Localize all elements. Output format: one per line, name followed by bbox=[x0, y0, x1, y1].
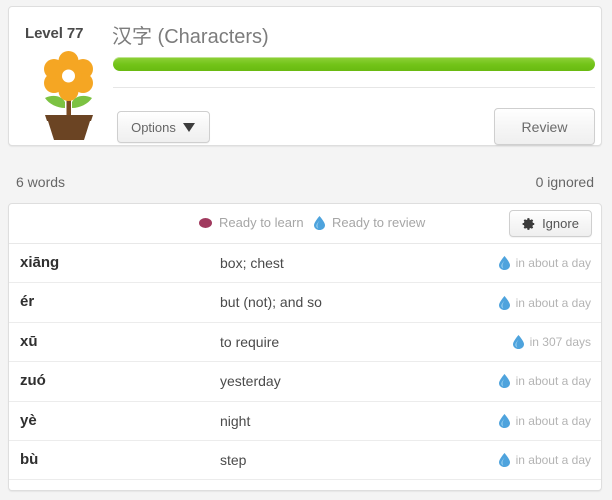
water-drop-icon bbox=[498, 453, 510, 468]
options-button[interactable]: Options bbox=[117, 111, 210, 143]
word-due-status: in about a day bbox=[498, 402, 591, 440]
water-drop-icon bbox=[498, 413, 510, 428]
word-definition: yesterday bbox=[220, 373, 281, 390]
ignore-button[interactable]: Ignore bbox=[509, 210, 592, 237]
word-due-status: in about a day bbox=[498, 441, 591, 479]
counts-strip: 6 words 0 ignored bbox=[8, 172, 602, 198]
word-due-label: in about a day bbox=[515, 413, 591, 428]
table-row[interactable]: xū to require in 307 days bbox=[9, 323, 601, 363]
options-button-label: Options bbox=[131, 119, 176, 135]
water-drop-icon bbox=[498, 256, 510, 271]
word-due-status: in 307 days bbox=[512, 323, 591, 361]
review-button[interactable]: Review bbox=[494, 108, 595, 145]
word-definition: night bbox=[220, 412, 251, 429]
word-due-status: in about a day bbox=[498, 283, 591, 321]
word-due-label: in about a day bbox=[515, 453, 591, 468]
legend-ready-to-review-label: Ready to review bbox=[332, 215, 426, 230]
deck-progress-fill bbox=[113, 57, 595, 71]
word-pinyin: bù bbox=[20, 450, 39, 468]
deck-title: 汉字 (Characters) bbox=[112, 26, 269, 48]
ignore-button-label: Ignore bbox=[542, 216, 579, 231]
legend-ready-to-learn: Ready to learn bbox=[199, 215, 304, 230]
word-count-label: 6 words bbox=[16, 174, 66, 190]
table-row[interactable]: xiāng box; chest in about a day bbox=[9, 244, 601, 284]
level-label: Level 77 bbox=[25, 25, 84, 42]
word-pinyin: zuó bbox=[20, 372, 46, 390]
table-footer-row bbox=[9, 480, 601, 490]
word-due-label: in about a day bbox=[515, 374, 591, 389]
header-divider bbox=[113, 87, 595, 88]
word-due-status: in about a day bbox=[498, 244, 591, 282]
word-due-label: in about a day bbox=[515, 256, 591, 271]
table-row[interactable]: yè night in about a day bbox=[9, 402, 601, 441]
deck-header-card: Level 77 汉字 (Characters) Options Review bbox=[8, 6, 602, 146]
legend-ready-to-review: Ready to review bbox=[314, 215, 425, 230]
table-row[interactable]: ér but (not); and so in about a day bbox=[9, 283, 601, 323]
word-due-label: in 307 days bbox=[529, 334, 591, 349]
water-drop-icon bbox=[498, 374, 510, 389]
word-definition: but (not); and so bbox=[220, 294, 322, 311]
word-pinyin: xiāng bbox=[20, 254, 60, 271]
word-definition: step bbox=[220, 451, 247, 468]
word-pinyin: ér bbox=[20, 293, 35, 311]
oval-icon bbox=[199, 217, 212, 228]
word-pinyin: xū bbox=[20, 332, 38, 350]
water-drop-icon bbox=[314, 215, 325, 230]
table-row[interactable]: zuó yesterday in about a day bbox=[9, 362, 601, 402]
deck-progress-bar bbox=[113, 57, 595, 71]
word-list-card: Ready to learn Ready to review Ignore xi… bbox=[8, 203, 602, 491]
word-definition: to require bbox=[220, 333, 280, 350]
legend-ready-to-learn-label: Ready to learn bbox=[219, 215, 304, 230]
water-drop-icon bbox=[512, 334, 524, 349]
table-row[interactable]: bù step in about a day bbox=[9, 441, 601, 481]
gear-icon bbox=[522, 217, 536, 231]
word-due-status: in about a day bbox=[498, 362, 591, 400]
review-button-label: Review bbox=[521, 118, 568, 135]
flower-pot-icon bbox=[31, 50, 107, 142]
ignored-count-label: 0 ignored bbox=[535, 174, 594, 190]
word-definition: box; chest bbox=[220, 255, 284, 271]
word-rows-container: xiāng box; chest in about a day ér but (not)… bbox=[9, 244, 601, 481]
word-list-toolbar: Ready to learn Ready to review Ignore bbox=[9, 204, 601, 244]
word-due-label: in about a day bbox=[515, 295, 591, 310]
word-pinyin: yè bbox=[20, 411, 37, 429]
water-drop-icon bbox=[498, 295, 510, 310]
chevron-down-icon bbox=[182, 122, 196, 132]
